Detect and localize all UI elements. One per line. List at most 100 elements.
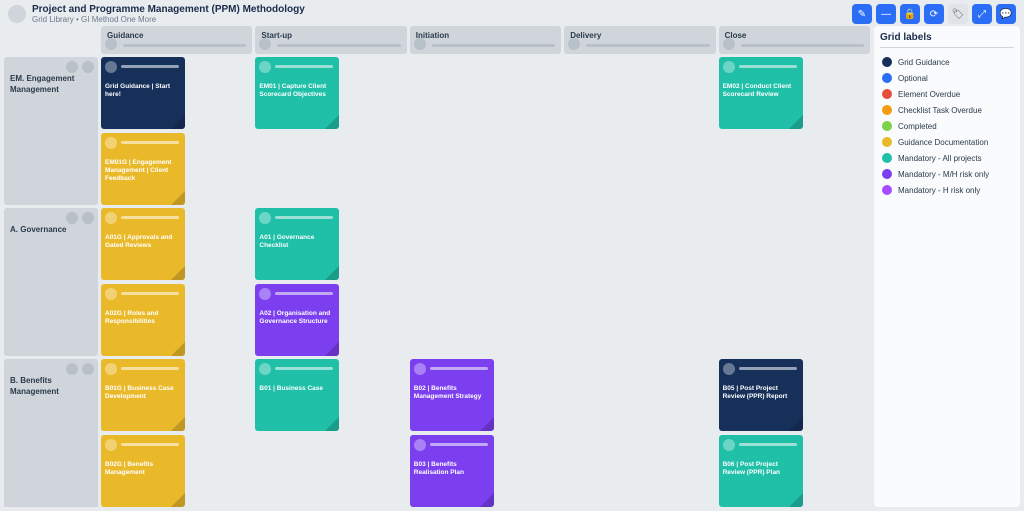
row-icon[interactable]	[66, 363, 78, 375]
card-progress	[121, 141, 179, 144]
card-progress	[430, 443, 488, 446]
row-icon[interactable]	[82, 363, 94, 375]
row-label: EM. Engagement Management	[10, 74, 74, 94]
card-icon	[414, 439, 426, 451]
legend-swatch	[882, 169, 892, 179]
legend-label: Grid Guidance	[898, 58, 950, 67]
row-icon[interactable]	[66, 212, 78, 224]
column-progress	[432, 44, 555, 47]
legend-list: Grid Guidance OptionalElement Overdue Chec…	[880, 54, 1014, 198]
card-fold-icon	[325, 342, 339, 356]
card[interactable]: B02G | Benefits Management	[101, 435, 185, 507]
legend-item[interactable]: Mandatory - All projects	[880, 150, 1014, 166]
card-progress	[121, 367, 179, 370]
card-icon	[723, 61, 735, 73]
comment-button[interactable]: 💬	[996, 4, 1016, 24]
card[interactable]: B02 | Benefits Management Strategy	[410, 359, 494, 431]
refresh-button[interactable]: ⟳	[924, 4, 944, 24]
row-header[interactable]: A. Governance	[4, 208, 98, 356]
column-icon[interactable]	[259, 38, 271, 50]
breadcrumb[interactable]: Grid Library • GI Method One More	[32, 15, 305, 24]
card-title: A02G | Roles and Responsibilities	[105, 310, 181, 326]
card[interactable]: B01 | Business Case	[255, 359, 339, 431]
card-progress	[121, 443, 179, 446]
labels-button[interactable]: 🏷	[948, 4, 968, 24]
legend-item[interactable]: Checklist Task Overdue	[880, 102, 1014, 118]
card[interactable]: B01G | Business Case Development	[101, 359, 185, 431]
card-fold-icon	[480, 493, 494, 507]
column-header[interactable]: Close	[719, 26, 870, 54]
column-icon[interactable]	[723, 38, 735, 50]
grid-cell: B01G | Business Case DevelopmentB02G | B…	[101, 359, 252, 507]
column-icon[interactable]	[414, 38, 426, 50]
edit-button[interactable]: ✎	[852, 4, 872, 24]
row-icon[interactable]	[82, 212, 94, 224]
card[interactable]: EM02 | Conduct Client Scorecard Review	[719, 57, 803, 129]
card[interactable]: A02 | Organisation and Governance Struct…	[255, 284, 339, 356]
column-header[interactable]: Start-up	[255, 26, 406, 54]
column-progress	[741, 44, 864, 47]
card-icon	[259, 363, 271, 375]
card-title: EM01G | Engagement Management | Client F…	[105, 159, 181, 183]
card-title: Grid Guidance | Start here!	[105, 83, 181, 99]
card[interactable]: A01G | Approvals and Gated Reviews	[101, 208, 185, 280]
legend-item[interactable]: Mandatory - M/H risk only	[880, 166, 1014, 182]
column-header[interactable]: Delivery	[564, 26, 715, 54]
card-fold-icon	[171, 493, 185, 507]
legend-title: Grid labels	[880, 32, 1014, 48]
legend-item[interactable]: Grid Guidance	[880, 54, 1014, 70]
page-title: Project and Programme Management (PPM) M…	[32, 4, 305, 15]
grid-cell: A01 | Governance Checklist A02 | Organisa…	[255, 208, 406, 356]
card-progress	[430, 367, 488, 370]
row-icon[interactable]	[82, 61, 94, 73]
card-title: A02 | Organisation and Governance Struct…	[259, 310, 335, 326]
row-header[interactable]: EM. Engagement Management	[4, 57, 98, 205]
card[interactable]: EM01G | Engagement Management | Client F…	[101, 133, 185, 205]
legend-item[interactable]: Guidance Documentation	[880, 134, 1014, 150]
card-progress	[275, 216, 333, 219]
card-icon	[105, 212, 117, 224]
header: Project and Programme Management (PPM) M…	[0, 0, 1024, 26]
column-header[interactable]: Guidance	[101, 26, 252, 54]
card[interactable]: EM01 | Capture Client Scorecard Objectiv…	[255, 57, 339, 129]
legend-item[interactable]: Element Overdue	[880, 86, 1014, 102]
card[interactable]: Grid Guidance | Start here!	[101, 57, 185, 129]
legend-panel: Grid labels Grid Guidance OptionalElement…	[874, 26, 1020, 507]
card[interactable]: B06 | Post Project Review (PPR) Plan	[719, 435, 803, 507]
toolbar: ✎ — 🔒 ⟳ 🏷 ⤢ 💬	[852, 4, 1016, 24]
card[interactable]: B03 | Benefits Realisation Plan	[410, 435, 494, 507]
legend-swatch	[882, 73, 892, 83]
card-icon	[259, 212, 271, 224]
legend-swatch	[882, 89, 892, 99]
legend-item[interactable]: Completed	[880, 118, 1014, 134]
card-title: A01G | Approvals and Gated Reviews	[105, 234, 181, 250]
card[interactable]: A01 | Governance Checklist	[255, 208, 339, 280]
grid-cell	[410, 57, 561, 205]
card-fold-icon	[171, 417, 185, 431]
column-progress	[277, 44, 400, 47]
card-progress	[275, 292, 333, 295]
legend-label: Mandatory - All projects	[898, 154, 982, 163]
row-header[interactable]: B. Benefits Management	[4, 359, 98, 507]
legend-item[interactable]: Optional	[880, 70, 1014, 86]
fullscreen-button[interactable]: ⤢	[972, 4, 992, 24]
legend-item[interactable]: Mandatory - H risk only	[880, 182, 1014, 198]
column-icon[interactable]	[568, 38, 580, 50]
legend-label: Checklist Task Overdue	[898, 106, 982, 115]
minimize-button[interactable]: —	[876, 4, 896, 24]
card-progress	[275, 367, 333, 370]
column-icon[interactable]	[105, 38, 117, 50]
card-progress	[121, 216, 179, 219]
lock-button[interactable]: 🔒	[900, 4, 920, 24]
grid-cell: EM02 | Conduct Client Scorecard Review	[719, 57, 870, 205]
row-icon[interactable]	[66, 61, 78, 73]
card-icon	[105, 363, 117, 375]
card[interactable]: B05 | Post Project Review (PPR) Report	[719, 359, 803, 431]
grid-cell: B02 | Benefits Management StrategyB03 | …	[410, 359, 561, 507]
card[interactable]: A02G | Roles and Responsibilities	[101, 284, 185, 356]
legend-swatch	[882, 105, 892, 115]
grid-cell: B05 | Post Project Review (PPR) ReportB0…	[719, 359, 870, 507]
grid: GuidanceStart-upInitiationDeliveryClose E…	[4, 26, 870, 507]
column-header[interactable]: Initiation	[410, 26, 561, 54]
legend-swatch	[882, 153, 892, 163]
